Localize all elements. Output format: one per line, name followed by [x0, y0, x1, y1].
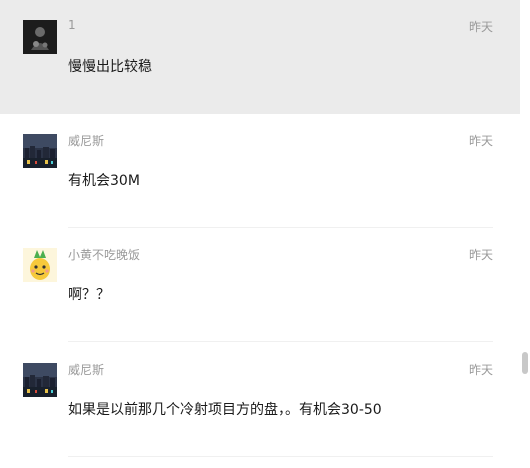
avatar[interactable] [23, 248, 57, 282]
message-text: 啊？？ [68, 287, 110, 303]
avatar[interactable] [23, 20, 57, 54]
avatar[interactable] [23, 134, 57, 168]
night-city-avatar-icon [23, 134, 57, 168]
message-text: 慢慢出比较稳 [68, 59, 152, 75]
message-text: 有机会30M [68, 173, 140, 189]
message-item[interactable]: 威尼斯 昨天 有机会30M [0, 114, 520, 228]
sender-name[interactable]: 威尼斯 [68, 132, 104, 149]
message-time: 昨天 [468, 248, 493, 262]
message-text: 如果是以前那几个冷射项目方的盘，。有机会30-50 [68, 402, 382, 418]
message-time: 昨天 [468, 363, 493, 377]
divider [68, 456, 493, 457]
message-time: 昨天 [468, 134, 493, 148]
divider [68, 341, 493, 342]
message-item[interactable]: 小黄不吃晚饭 昨天 啊？？ [0, 228, 520, 342]
scrollbar[interactable] [520, 0, 530, 468]
night-city-avatar-icon [23, 363, 57, 397]
dark-figure-avatar-icon [23, 20, 57, 54]
message-item[interactable]: 威尼斯 昨天 如果是以前那几个冷射项目方的盘，。有机会30-50 [0, 343, 520, 457]
message-time: 昨天 [468, 20, 493, 34]
scrollbar-thumb[interactable] [522, 352, 528, 374]
sender-name[interactable]: 威尼斯 [68, 361, 104, 378]
avatar[interactable] [23, 363, 57, 397]
pineapple-avatar-icon [23, 248, 57, 282]
sender-name[interactable]: 小黄不吃晚饭 [68, 246, 140, 263]
message-item[interactable]: 1 昨天 慢慢出比较稳 [0, 0, 520, 114]
sender-name[interactable]: 1 [68, 18, 76, 32]
